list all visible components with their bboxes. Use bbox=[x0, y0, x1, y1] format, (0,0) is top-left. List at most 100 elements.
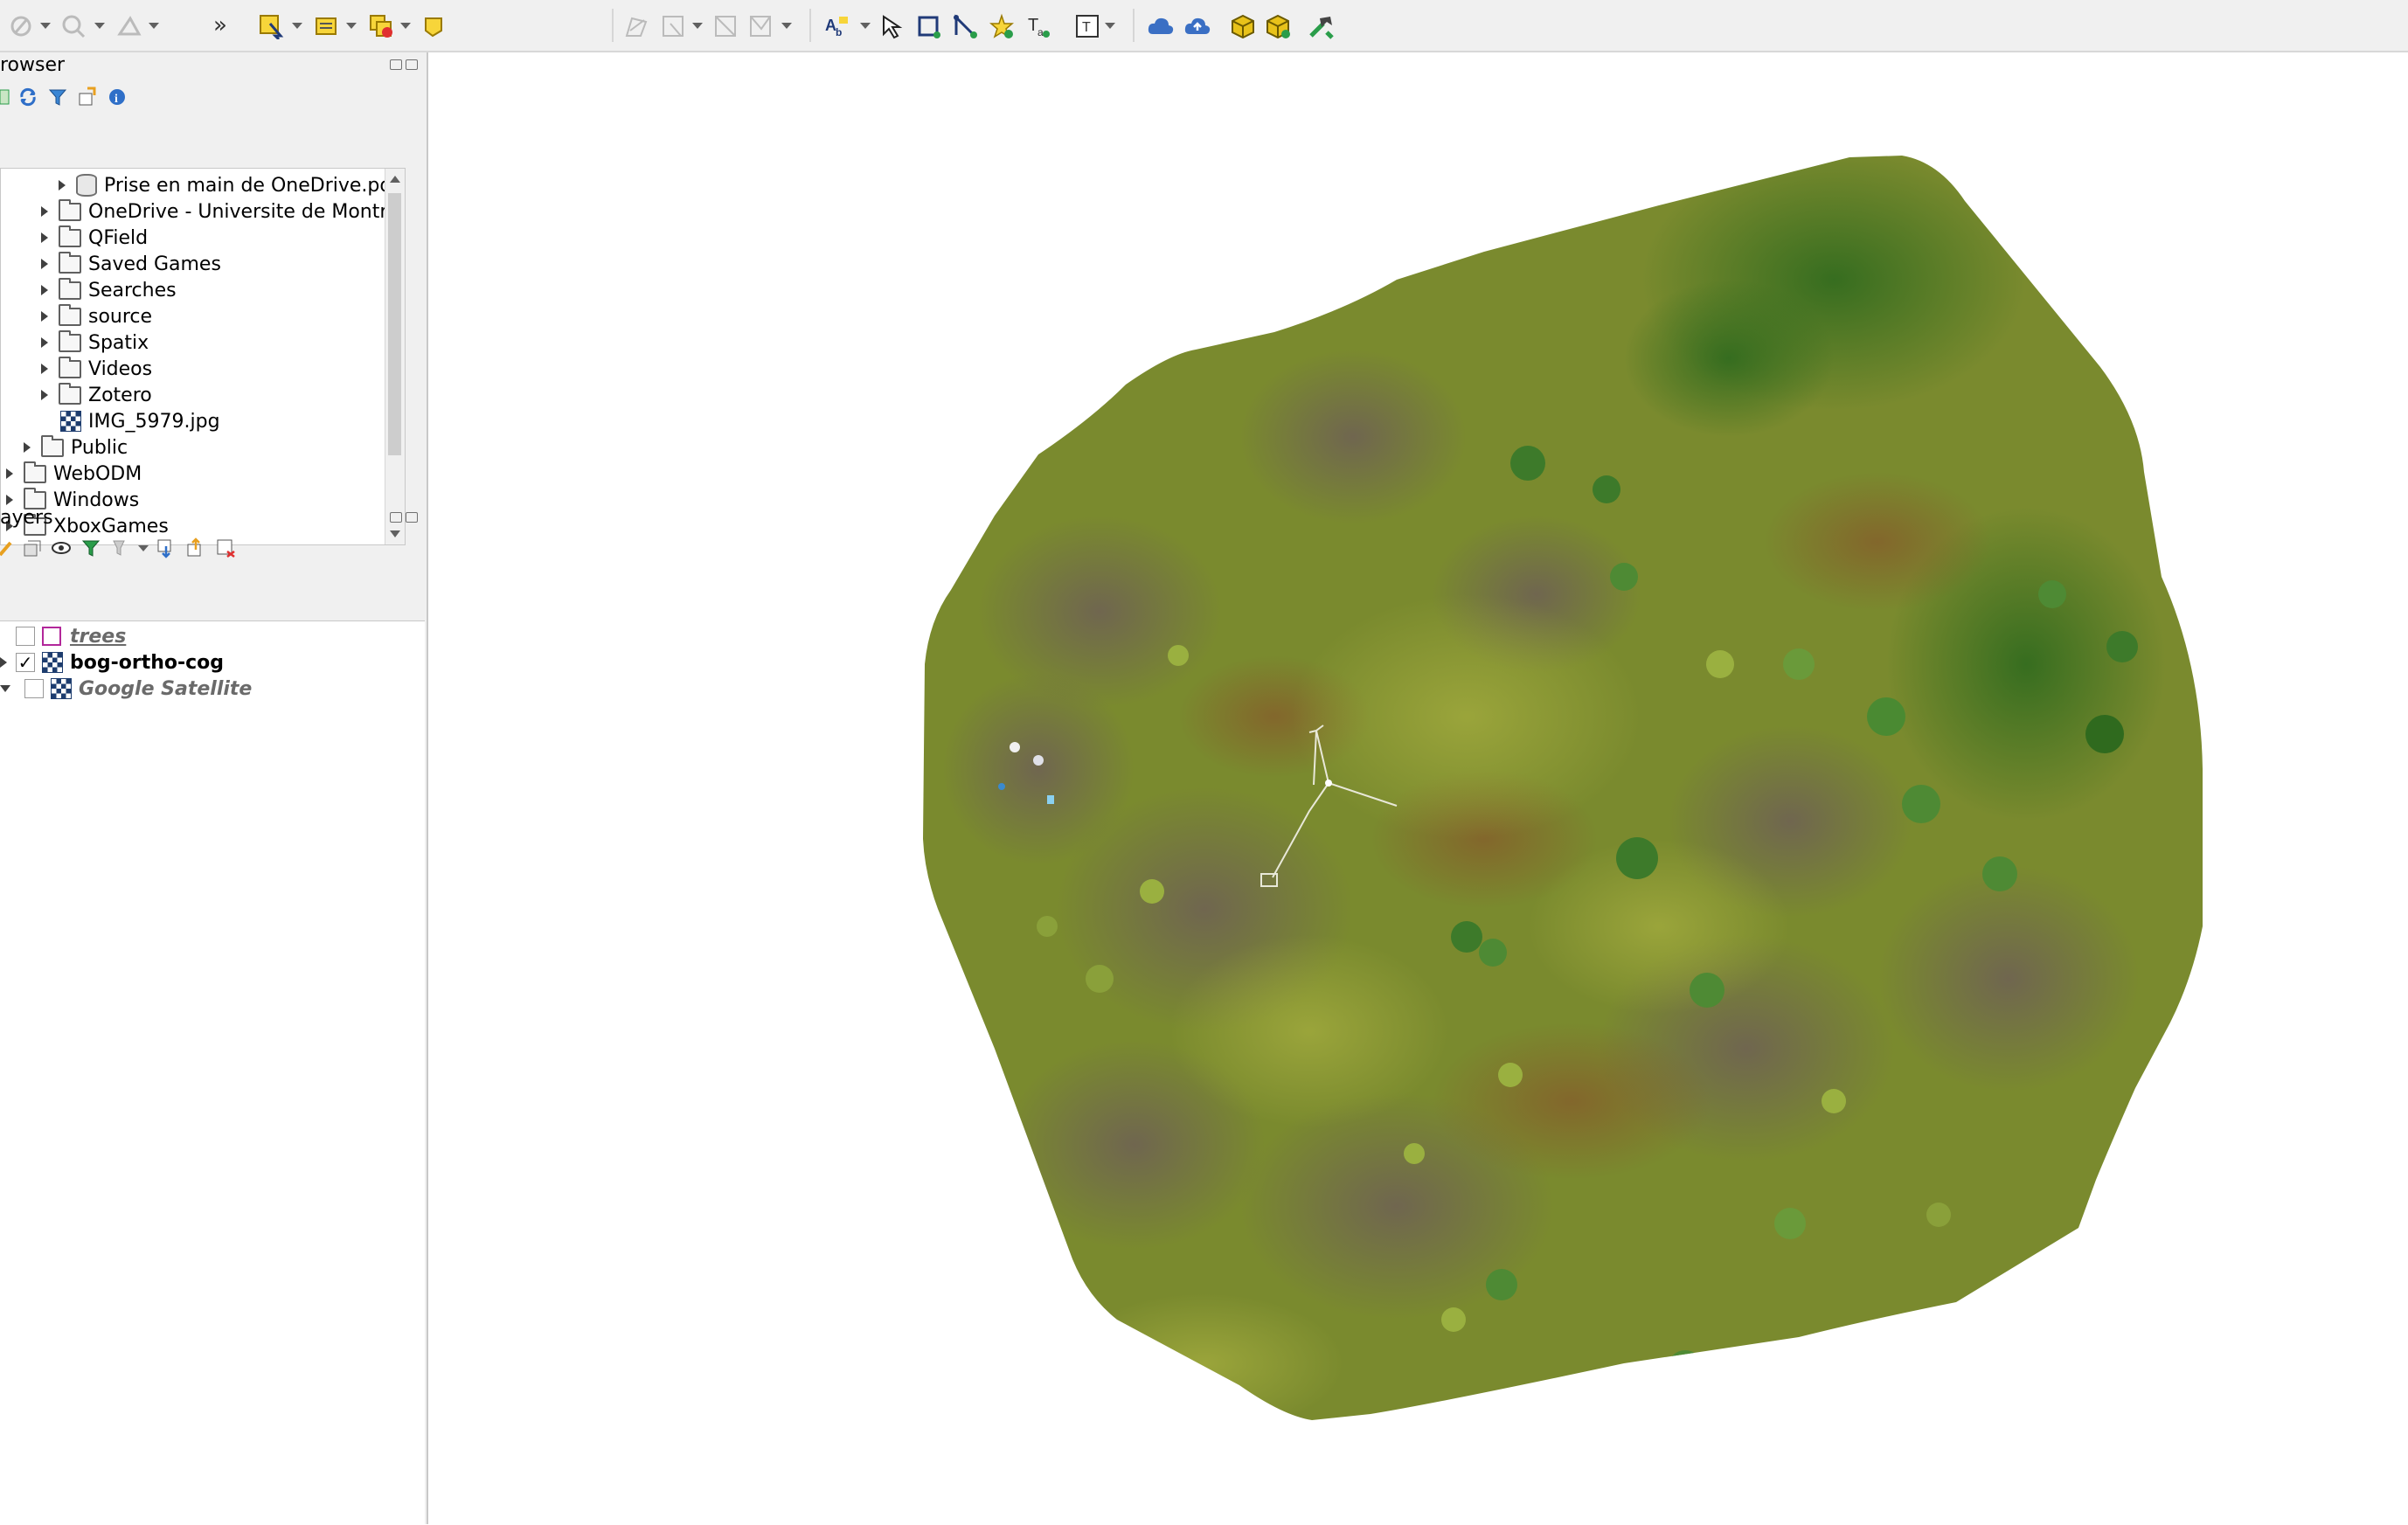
raster-layer-icon bbox=[42, 652, 63, 673]
tree-item-searches[interactable]: Searches bbox=[41, 277, 177, 303]
select-location-icon[interactable] bbox=[420, 10, 451, 42]
add-group-icon[interactable] bbox=[19, 536, 44, 560]
dropdown-arrow-icon[interactable] bbox=[149, 23, 159, 29]
layer-visibility-checkbox[interactable]: ✓ bbox=[16, 653, 35, 672]
folder-icon bbox=[59, 225, 81, 247]
remove-layer-icon[interactable] bbox=[213, 536, 238, 560]
dropdown-arrow-icon[interactable] bbox=[781, 23, 792, 29]
layer-visibility-checkbox[interactable] bbox=[24, 679, 44, 698]
expand-arrow-icon[interactable] bbox=[0, 657, 7, 668]
tree-item-webodm[interactable]: WebODM bbox=[6, 461, 142, 487]
browser-toolbar: i bbox=[0, 82, 135, 112]
browser-tree: Prise en main de OneDrive.pdf OneDrive -… bbox=[0, 168, 406, 545]
float-panel-icon[interactable] bbox=[390, 512, 402, 523]
collapse-all-icon[interactable] bbox=[75, 85, 100, 109]
float-panel-icon[interactable] bbox=[390, 59, 402, 70]
tree-item-img-5979[interactable]: IMG_5979.jpg bbox=[60, 408, 220, 434]
new-layer-icon[interactable] bbox=[5, 10, 37, 42]
close-panel-icon[interactable] bbox=[406, 512, 418, 523]
dropdown-arrow-icon[interactable] bbox=[1105, 23, 1115, 29]
package-icon[interactable] bbox=[1227, 10, 1259, 42]
close-panel-icon[interactable] bbox=[406, 59, 418, 70]
filter-legend-icon[interactable] bbox=[79, 536, 103, 560]
dropdown-arrow-icon[interactable] bbox=[346, 23, 357, 29]
scroll-down-icon[interactable] bbox=[390, 530, 400, 537]
layer-visibility-checkbox[interactable] bbox=[16, 627, 35, 646]
filter-by-expression-icon[interactable] bbox=[108, 536, 133, 560]
dropdown-arrow-icon[interactable] bbox=[860, 23, 871, 29]
vertex-tool-icon[interactable] bbox=[657, 10, 689, 42]
tree-item-public[interactable]: Public bbox=[24, 434, 128, 461]
style-manager-icon[interactable] bbox=[0, 536, 14, 560]
collapse-arrow-icon[interactable] bbox=[0, 685, 10, 692]
expand-arrow-icon[interactable] bbox=[41, 259, 48, 269]
expand-arrow-icon[interactable] bbox=[6, 468, 13, 479]
processing-toolbox-icon[interactable] bbox=[1306, 10, 1337, 42]
deselect-all-icon[interactable] bbox=[365, 10, 397, 42]
dropdown-arrow-icon[interactable] bbox=[40, 23, 51, 29]
measure-icon[interactable] bbox=[114, 10, 145, 42]
tree-item-zotero[interactable]: Zotero bbox=[41, 382, 152, 408]
browser-scrollbar[interactable] bbox=[385, 169, 405, 544]
dropdown-arrow-icon[interactable] bbox=[692, 23, 703, 29]
database-icon bbox=[76, 174, 97, 197]
filter-icon[interactable] bbox=[45, 85, 70, 109]
reshape-icon[interactable] bbox=[745, 10, 776, 42]
change-label-icon[interactable]: Ta bbox=[1023, 10, 1054, 42]
digitize-icon[interactable] bbox=[621, 10, 652, 42]
expand-arrow-icon[interactable] bbox=[41, 390, 48, 400]
package-sync-icon[interactable] bbox=[1262, 10, 1294, 42]
tree-item-onedrive-pdf[interactable]: Prise en main de OneDrive.pdf bbox=[59, 172, 399, 198]
folder-icon bbox=[59, 277, 81, 300]
expand-arrow-icon[interactable] bbox=[41, 206, 48, 217]
tree-item-qfield[interactable]: QField bbox=[41, 225, 148, 251]
manage-visibility-icon[interactable] bbox=[49, 536, 73, 560]
layer-item-bog-ortho-cog[interactable]: ✓ bog-ortho-cog bbox=[0, 649, 224, 676]
expand-arrow-icon[interactable] bbox=[41, 364, 48, 374]
move-label-icon[interactable] bbox=[913, 10, 944, 42]
split-features-icon[interactable] bbox=[710, 10, 741, 42]
layer-item-google-satellite[interactable]: Google Satellite bbox=[0, 676, 252, 702]
info-icon[interactable]: i bbox=[105, 85, 129, 109]
collapse-all-layers-icon[interactable] bbox=[184, 536, 208, 560]
tree-item-videos[interactable]: Videos bbox=[41, 356, 152, 382]
dropdown-arrow-icon[interactable] bbox=[138, 544, 149, 551]
refresh-icon[interactable] bbox=[16, 85, 40, 109]
rotate-label-icon[interactable] bbox=[949, 10, 981, 42]
layer-item-trees[interactable]: trees bbox=[16, 623, 126, 649]
cloud-sync-icon[interactable] bbox=[1182, 10, 1213, 42]
folder-icon bbox=[59, 356, 81, 378]
text-annotation-icon[interactable]: T bbox=[1072, 10, 1103, 42]
scroll-up-icon[interactable] bbox=[390, 176, 400, 183]
expand-all-icon[interactable] bbox=[154, 536, 178, 560]
tree-item-spatix[interactable]: Spatix bbox=[41, 329, 149, 356]
expand-arrow-icon[interactable] bbox=[41, 285, 48, 295]
expand-arrow-icon[interactable] bbox=[41, 311, 48, 322]
select-by-value-icon[interactable] bbox=[311, 10, 343, 42]
orthomosaic-image bbox=[923, 156, 2203, 1420]
tree-item-onedrive-udem[interactable]: OneDrive - Universite de Montreal bbox=[41, 198, 405, 225]
tree-item-saved-games[interactable]: Saved Games bbox=[41, 251, 221, 277]
expand-arrow-icon[interactable] bbox=[6, 495, 13, 505]
add-selected-layers-icon[interactable] bbox=[0, 85, 10, 109]
scrollbar-thumb[interactable] bbox=[388, 193, 401, 455]
dropdown-arrow-icon[interactable] bbox=[400, 23, 411, 29]
dropdown-arrow-icon[interactable] bbox=[94, 23, 105, 29]
toolbar-overflow-icon[interactable]: » bbox=[213, 12, 227, 38]
expand-arrow-icon[interactable] bbox=[59, 180, 66, 191]
left-dock: rowser i Prise en main de OneDrive.pdf O… bbox=[0, 52, 428, 1525]
expand-arrow-icon[interactable] bbox=[41, 337, 48, 348]
cloud-icon[interactable] bbox=[1145, 10, 1176, 42]
browser-panel-title: rowser bbox=[0, 54, 66, 76]
identify-icon[interactable] bbox=[58, 10, 89, 42]
highlight-pinned-icon[interactable] bbox=[986, 10, 1017, 42]
dropdown-arrow-icon[interactable] bbox=[292, 23, 302, 29]
expand-arrow-icon[interactable] bbox=[24, 442, 31, 453]
pin-labels-icon[interactable] bbox=[876, 10, 907, 42]
label-tool-icon[interactable]: Ab bbox=[822, 10, 853, 42]
map-canvas[interactable] bbox=[435, 52, 2408, 1524]
select-features-icon[interactable] bbox=[255, 10, 287, 42]
layers-toolbar bbox=[0, 533, 243, 563]
tree-item-source[interactable]: source bbox=[41, 303, 152, 329]
expand-arrow-icon[interactable] bbox=[41, 232, 48, 243]
